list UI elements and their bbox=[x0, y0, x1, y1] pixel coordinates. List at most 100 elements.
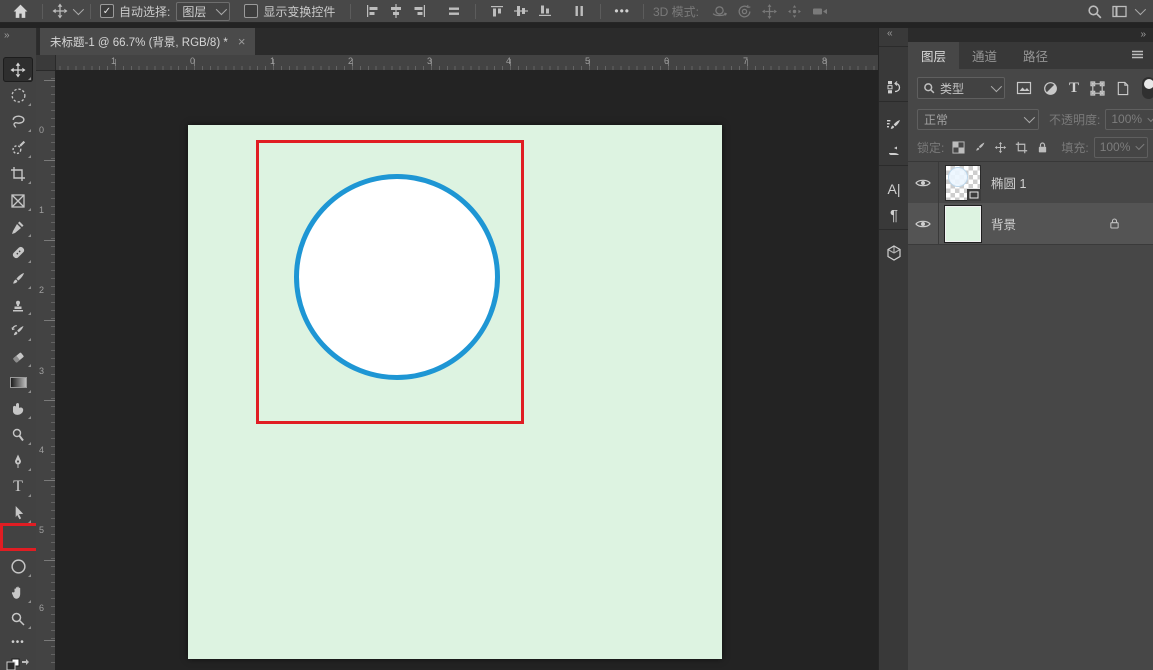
type-tool[interactable]: T bbox=[3, 474, 33, 499]
filter-smart-objects-button[interactable] bbox=[1116, 81, 1130, 96]
smudge-tool[interactable] bbox=[3, 396, 33, 421]
clone-stamp-tool[interactable] bbox=[3, 292, 33, 317]
ellipse-tool[interactable] bbox=[3, 554, 33, 579]
3d-pan-button[interactable] bbox=[757, 1, 782, 21]
ruler-number: 3 bbox=[427, 56, 432, 66]
align-horizontal-centers-button[interactable] bbox=[384, 1, 408, 21]
search-button[interactable] bbox=[1082, 1, 1107, 21]
distribute-vertical-icon bbox=[571, 3, 587, 19]
fill-dropdown[interactable]: 100% bbox=[1094, 137, 1148, 158]
filter-shape-layers-button[interactable] bbox=[1090, 81, 1105, 96]
ruler-number: 1 bbox=[111, 56, 116, 66]
filter-toggle-switch[interactable] bbox=[1142, 77, 1153, 99]
document-tab[interactable]: 未标题-1 @ 66.7% (背景, RGB/8) * × bbox=[40, 28, 255, 55]
3d-camera-button[interactable] bbox=[807, 1, 833, 21]
filter-adjustment-layers-button[interactable] bbox=[1043, 81, 1058, 96]
pen-tool[interactable] bbox=[3, 448, 33, 473]
move-tool-preset[interactable] bbox=[52, 3, 81, 19]
gradient-tool[interactable] bbox=[3, 370, 33, 395]
lock-all-button[interactable] bbox=[1036, 141, 1049, 154]
dodge-tool[interactable] bbox=[3, 422, 33, 447]
3d-roll-button[interactable] bbox=[732, 1, 757, 21]
close-tab-icon[interactable]: × bbox=[238, 35, 246, 48]
align-top-edges-button[interactable] bbox=[485, 1, 509, 21]
filter-type-dropdown[interactable]: 类型 bbox=[917, 77, 1005, 99]
layer-visibility-toggle[interactable] bbox=[908, 203, 939, 244]
tab-layers[interactable]: 图层 bbox=[908, 42, 959, 69]
eraser-tool[interactable] bbox=[3, 344, 33, 369]
layer-name[interactable]: 椭圆 1 bbox=[991, 173, 1026, 192]
3d-slide-button[interactable] bbox=[782, 1, 807, 21]
3d-panel-button[interactable] bbox=[879, 240, 909, 266]
layer-thumbnail[interactable] bbox=[945, 165, 981, 201]
hand-tool[interactable] bbox=[3, 580, 33, 605]
layer-thumbnail[interactable] bbox=[945, 206, 981, 242]
tools-panel: » bbox=[0, 28, 37, 670]
crop-tool[interactable] bbox=[3, 161, 33, 186]
layer-row-background[interactable]: 背景 bbox=[908, 203, 1153, 245]
quick-selection-tool[interactable] bbox=[3, 135, 33, 160]
ruler-origin-box[interactable] bbox=[36, 55, 56, 71]
collapse-panels-icon[interactable]: » bbox=[1140, 29, 1145, 40]
default-colors-button[interactable] bbox=[5, 658, 31, 670]
auto-select-target-dropdown[interactable]: 图层 bbox=[176, 2, 230, 21]
ruler-number: 7 bbox=[743, 56, 748, 66]
spot-healing-brush-tool[interactable] bbox=[3, 240, 33, 265]
panel-menu-button[interactable] bbox=[1130, 48, 1145, 61]
align-right-edges-button[interactable] bbox=[408, 1, 432, 21]
history-brush-tool[interactable] bbox=[3, 318, 33, 343]
lock-artboard-button[interactable] bbox=[1015, 141, 1028, 154]
blend-mode-dropdown[interactable]: 正常 bbox=[917, 109, 1039, 130]
ruler-number: 0 bbox=[190, 56, 195, 66]
distribute-horizontal-button[interactable] bbox=[442, 1, 466, 21]
tab-channels[interactable]: 通道 bbox=[959, 42, 1010, 69]
lasso-tool[interactable] bbox=[3, 109, 33, 134]
ellipse-tool-icon bbox=[10, 558, 27, 575]
path-selection-tool[interactable] bbox=[3, 500, 33, 525]
document-tab-bar: 未标题-1 @ 66.7% (背景, RGB/8) * × bbox=[36, 28, 878, 55]
workspace-switcher[interactable] bbox=[1107, 1, 1147, 21]
move-tool[interactable] bbox=[3, 57, 33, 82]
frame-tool[interactable] bbox=[3, 188, 33, 213]
3d-orbit-button[interactable] bbox=[707, 1, 732, 21]
clone-stamp-icon bbox=[10, 297, 26, 313]
thumbnail-ellipse-preview bbox=[948, 167, 968, 187]
brush-settings-panel-button[interactable] bbox=[879, 112, 909, 138]
layer-name[interactable]: 背景 bbox=[991, 214, 1016, 233]
home-button[interactable] bbox=[8, 1, 33, 21]
canvas-document[interactable] bbox=[188, 125, 722, 659]
frame-icon bbox=[10, 193, 26, 209]
more-options-button[interactable]: ••• bbox=[610, 1, 634, 21]
brush-tool[interactable] bbox=[3, 266, 33, 291]
paragraph-panel-button[interactable]: ¶ bbox=[879, 202, 909, 228]
lock-transparent-pixels-button[interactable] bbox=[952, 141, 965, 154]
layer-visibility-toggle[interactable] bbox=[908, 162, 939, 203]
toolbar-expand-icon[interactable]: » bbox=[4, 30, 9, 41]
zoom-tool[interactable] bbox=[3, 606, 33, 631]
filter-type-layers-button[interactable]: T bbox=[1069, 80, 1079, 97]
align-left-edges-button[interactable] bbox=[360, 1, 384, 21]
layer-row-ellipse[interactable]: 椭圆 1 bbox=[908, 162, 1153, 204]
lock-image-pixels-button[interactable] bbox=[973, 141, 986, 154]
ruler-horizontal[interactable]: 1 0 1 2 3 4 5 6 7 8 bbox=[36, 55, 878, 71]
pen-icon bbox=[10, 453, 26, 469]
eyedropper-tool[interactable] bbox=[3, 214, 33, 239]
tab-paths[interactable]: 路径 bbox=[1010, 42, 1061, 69]
align-right-edges-icon bbox=[412, 3, 428, 19]
filter-image-layers-button[interactable] bbox=[1016, 81, 1032, 95]
character-panel-button[interactable]: A| bbox=[879, 176, 909, 202]
brushes-panel-button[interactable] bbox=[879, 138, 909, 164]
opacity-dropdown[interactable]: 100% bbox=[1105, 109, 1153, 130]
edit-toolbar-button[interactable]: ••• bbox=[3, 630, 33, 655]
show-transform-checkbox[interactable] bbox=[244, 4, 258, 18]
ruler-vertical[interactable]: 0 1 2 3 4 5 6 bbox=[36, 70, 56, 670]
align-bottom-edges-button[interactable] bbox=[533, 1, 557, 21]
align-vertical-centers-button[interactable] bbox=[509, 1, 533, 21]
3d-roll-icon bbox=[736, 3, 753, 20]
auto-select-checkbox[interactable]: ✓ bbox=[100, 4, 114, 18]
distribute-vertical-button[interactable] bbox=[567, 1, 591, 21]
history-panel-button[interactable] bbox=[879, 74, 909, 100]
collapse-dock-icon[interactable]: « bbox=[887, 28, 892, 39]
lock-position-button[interactable] bbox=[994, 141, 1007, 154]
elliptical-marquee-tool[interactable] bbox=[3, 83, 33, 108]
